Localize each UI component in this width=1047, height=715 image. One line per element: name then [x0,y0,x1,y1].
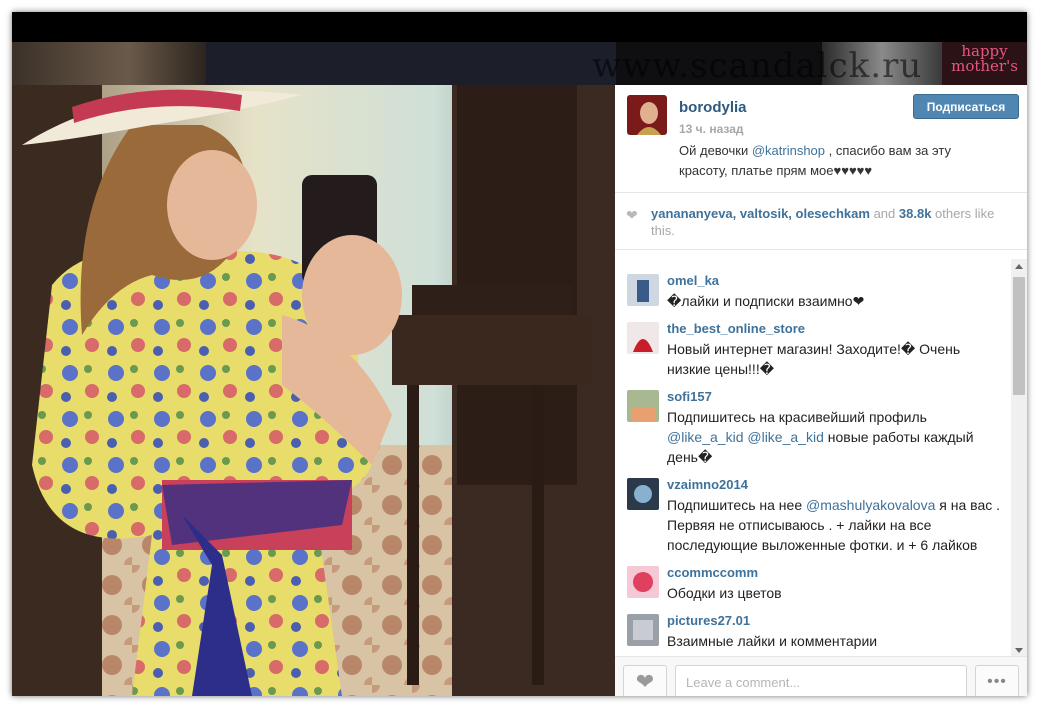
lightbox-window: www.scandalck.ru happy mother's borodyli… [12,12,1027,696]
post-timestamp: 13 ч. назад [679,122,744,136]
comment-mention-link[interactable]: @mashulyakovalova [806,497,935,513]
post-caption: Ой девочки @katrinshop , спасибо вам за … [679,141,989,181]
avatar[interactable] [627,390,659,422]
promo-text: happy mother's [951,42,1018,75]
post-header: borodylia 13 ч. назад Ой девочки @katrin… [615,85,1027,193]
caption-text-start: Ой девочки [679,143,752,158]
watermark-text: www.scandalck.ru [592,46,923,85]
like-button[interactable]: ❤ [623,665,667,696]
comment-text: Подпишитесь на нее @mashulyakovalova я н… [667,495,1007,555]
comment-username[interactable]: vzaimno2014 [667,477,748,492]
comment-input[interactable] [675,665,967,696]
caption-mention-link[interactable]: @katrinshop [752,143,825,158]
avatar[interactable] [627,274,659,306]
more-options-button[interactable]: ••• [975,665,1019,696]
ellipsis-icon: ••• [987,673,1007,690]
likes-and: and [869,206,899,221]
avatar[interactable] [627,614,659,646]
scrollbar-thumb[interactable] [1013,277,1025,395]
avatar[interactable] [627,566,659,598]
background-banner [206,42,616,85]
likes-text: yanananyeva, valtosik, olesechkam and 38… [651,205,1011,239]
liker-usernames[interactable]: yanananyeva, valtosik, olesechkam [651,206,870,221]
heart-icon: ❤ [635,669,655,694]
avatar-image [627,95,667,135]
comments-scrollbar[interactable] [1011,259,1027,657]
comment-text: Ободки из цветов [667,585,782,601]
comment-username[interactable]: omel_ka [667,273,719,288]
comment-text-start: Подпишитесь на красивейший профиль [667,409,927,425]
comment-footer: ❤ ••• [615,656,1027,696]
photo-illustration [12,85,615,696]
comment-text: �лайки и подписки взаимно❤ [667,293,865,309]
avatar[interactable] [627,95,667,135]
comment-text: Новый интернет магазин! Заходите!� Очень… [667,341,961,377]
scroll-down-icon[interactable] [1015,648,1023,653]
background-thumbnail [12,42,206,85]
comments-list: omel_ka �лайки и подписки взаимно❤ the_b… [615,259,1010,649]
comment-username[interactable]: ccommccomm [667,565,758,580]
comment-text: Взаимные лайки и комментарии [667,633,878,649]
comment-username[interactable]: the_best_online_store [667,321,805,336]
scroll-up-icon[interactable] [1015,264,1023,269]
post-username[interactable]: borodylia [679,99,747,116]
follow-button[interactable]: Подписаться [913,94,1019,119]
heart-icon: ❤ [626,207,638,223]
post-photo[interactable] [12,85,615,696]
background-page-strip: www.scandalck.ru happy mother's [12,42,1027,85]
likes-count[interactable]: 38.8k [899,206,932,221]
comment-mention-link-2[interactable]: @like_a_kid [747,429,823,445]
comment-mention-link[interactable]: @like_a_kid [667,429,743,445]
likes-summary: ❤ yanananyeva, valtosik, olesechkam and … [615,193,1027,250]
comment-text: Подпишитесь на красивейший профиль @like… [667,407,1007,467]
comment-username[interactable]: pictures27.01 [667,613,750,628]
avatar[interactable] [627,322,659,354]
post-detail-panel: borodylia 13 ч. назад Ой девочки @katrin… [615,85,1027,696]
avatar[interactable] [627,478,659,510]
comment-text-start: Подпишитесь на нее [667,497,806,513]
comment-username[interactable]: sofi157 [667,389,712,404]
